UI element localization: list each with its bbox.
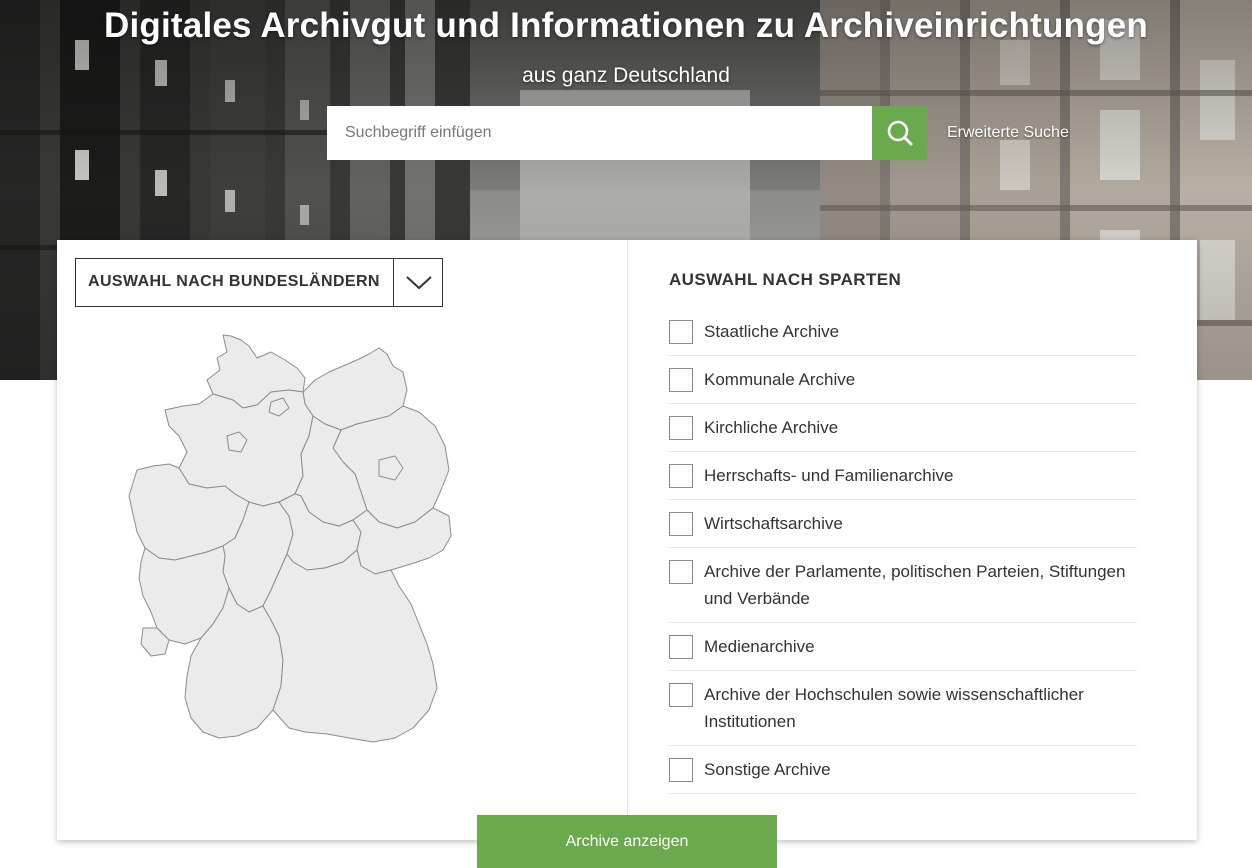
category-item[interactable]: Staatliche Archive [669,308,1137,356]
selection-panel: AUSWAHL NACH BUNDESLÄNDERN AUSWAHL NACH … [57,240,1197,840]
category-item[interactable]: Archive der Parlamente, politischen Part… [669,548,1137,623]
state-dropdown-label: AUSWAHL NACH BUNDESLÄNDERN [88,273,380,290]
category-list: Staatliche Archive Kommunale Archive Kirch… [669,308,1137,794]
category-item[interactable]: Kirchliche Archive [669,404,1137,452]
page-title: Digitales Archivgut und Informationen zu… [104,6,1148,45]
state-dropdown[interactable]: AUSWAHL NACH BUNDESLÄNDERN [75,258,443,307]
category-checkbox[interactable] [669,416,693,440]
category-checkbox[interactable] [669,635,693,659]
category-label: Archive der Parlamente, politischen Part… [704,562,1126,608]
category-item[interactable]: Sonstige Archive [669,746,1137,794]
category-checkbox[interactable] [669,560,693,584]
category-label: Kommunale Archive [704,370,856,389]
page-subtitle: aus ganz Deutschland [522,64,730,87]
category-label: Archive der Hochschulen sowie wissenscha… [704,685,1084,731]
category-label: Medienarchive [704,637,815,656]
category-heading: AUSWAHL NACH SPARTEN [669,270,902,289]
category-label: Kirchliche Archive [704,418,839,437]
category-item[interactable]: Archive der Hochschulen sowie wissenscha… [669,671,1137,746]
category-item[interactable]: Medienarchive [669,623,1137,671]
category-label: Herrschafts- und Familienarchive [704,466,954,485]
search-icon [887,120,912,146]
category-item[interactable]: Herrschafts- und Familienarchive [669,452,1137,500]
advanced-search-link[interactable]: Erweiterte Suche [947,124,1069,142]
category-label: Wirtschaftsarchive [704,514,843,533]
category-label: Sonstige Archive [704,760,831,779]
panel-divider [627,240,628,840]
category-checkbox[interactable] [669,320,693,344]
category-checkbox[interactable] [669,368,693,392]
category-item[interactable]: Kommunale Archive [669,356,1137,404]
germany-map[interactable] [127,330,467,790]
chevron-down-icon [405,275,432,289]
category-item[interactable]: Wirtschaftsarchive [669,500,1137,548]
category-checkbox[interactable] [669,464,693,488]
map-state-bayern[interactable] [262,549,438,743]
category-checkbox[interactable] [669,512,693,536]
search-input[interactable] [327,106,872,160]
show-archives-button[interactable]: Archive anzeigen [477,815,777,868]
state-dropdown-toggle[interactable] [393,259,443,306]
search-button[interactable] [872,106,927,160]
category-checkbox[interactable] [669,683,693,707]
category-checkbox[interactable] [669,758,693,782]
category-label: Staatliche Archive [704,322,840,341]
